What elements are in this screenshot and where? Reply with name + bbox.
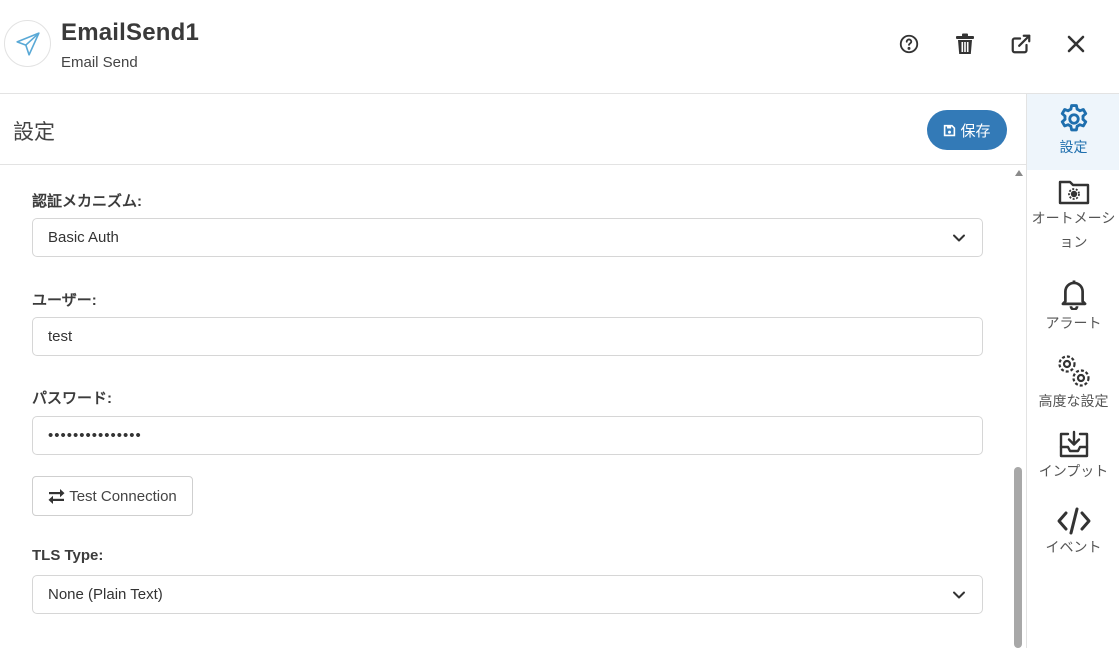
paper-plane-icon — [4, 20, 51, 67]
open-external-button[interactable] — [1005, 28, 1037, 60]
tls-type-select[interactable]: None (Plain Text) — [32, 575, 983, 614]
auth-mechanism-label: 認証メカニズム: — [32, 193, 142, 210]
page-subtitle: Email Send — [61, 54, 138, 71]
tls-type-label: TLS Type: — [32, 547, 104, 564]
inbox-download-icon — [1059, 430, 1088, 458]
sidebar-item-advanced-settings[interactable]: 高度な設定 — [1027, 352, 1119, 413]
user-input[interactable]: test — [32, 317, 983, 356]
app-header: EmailSend1 Email Send — [0, 0, 1119, 94]
help-button[interactable] — [893, 28, 925, 60]
sidebar-item-automation[interactable]: オートメーション — [1027, 178, 1119, 254]
sidebar-item-label: イベント — [1045, 539, 1102, 555]
sidebar-item-settings[interactable]: 設定 — [1027, 94, 1119, 170]
auth-mechanism-value: Basic Auth — [48, 229, 119, 246]
panel-header: 設定 保存 — [0, 94, 1026, 165]
sidebar-item-alerts[interactable]: アラート — [1027, 278, 1119, 335]
tls-type-value: None (Plain Text) — [48, 586, 163, 603]
sidebar-item-label: 設定 — [1059, 139, 1088, 155]
password-input[interactable]: ••••••••••••••• — [32, 416, 983, 455]
gears-icon — [1057, 355, 1090, 387]
folder-gear-icon — [1058, 180, 1089, 205]
sidebar-item-label: 高度な設定 — [1038, 393, 1109, 409]
code-icon — [1057, 507, 1090, 535]
close-icon — [1067, 35, 1085, 53]
delete-button[interactable] — [949, 28, 981, 60]
exchange-arrows-icon — [48, 488, 65, 504]
close-button[interactable] — [1060, 28, 1092, 60]
user-input-value: test — [48, 328, 73, 345]
save-button[interactable]: 保存 — [927, 110, 1007, 150]
save-button-label: 保存 — [960, 122, 991, 140]
sidebar-item-label: オートメーション — [1031, 210, 1116, 250]
test-connection-button[interactable]: Test Connection — [32, 476, 193, 516]
scrollbar-thumb[interactable] — [1014, 467, 1022, 648]
password-label: パスワード: — [32, 390, 112, 407]
panel-title: 設定 — [13, 121, 55, 144]
page-title: EmailSend1 — [61, 19, 200, 46]
floppy-disk-icon — [944, 124, 956, 136]
test-connection-label: Test Connection — [69, 487, 177, 505]
right-sidebar: 設定 オートメーション アラート 高度な設定 インプット イベント — [1026, 94, 1119, 648]
sidebar-item-label: インプット — [1038, 463, 1109, 479]
bell-icon — [1061, 280, 1086, 310]
chevron-down-icon — [953, 591, 965, 599]
settings-form: 認証メカニズム: Basic Auth ユーザー: test パスワード: ••… — [0, 166, 1012, 648]
user-label: ユーザー: — [32, 292, 97, 309]
gear-icon — [1060, 104, 1087, 132]
sidebar-item-input[interactable]: インプット — [1027, 430, 1119, 483]
scroll-up-arrow[interactable] — [1015, 170, 1023, 176]
question-circle-icon — [899, 34, 919, 54]
chevron-down-icon — [953, 234, 965, 242]
password-input-value: ••••••••••••••• — [48, 427, 142, 444]
trash-icon — [956, 33, 974, 54]
sidebar-item-events[interactable]: イベント — [1027, 506, 1119, 559]
external-link-icon — [1011, 34, 1031, 54]
sidebar-item-label: アラート — [1045, 315, 1102, 331]
auth-mechanism-select[interactable]: Basic Auth — [32, 218, 983, 257]
